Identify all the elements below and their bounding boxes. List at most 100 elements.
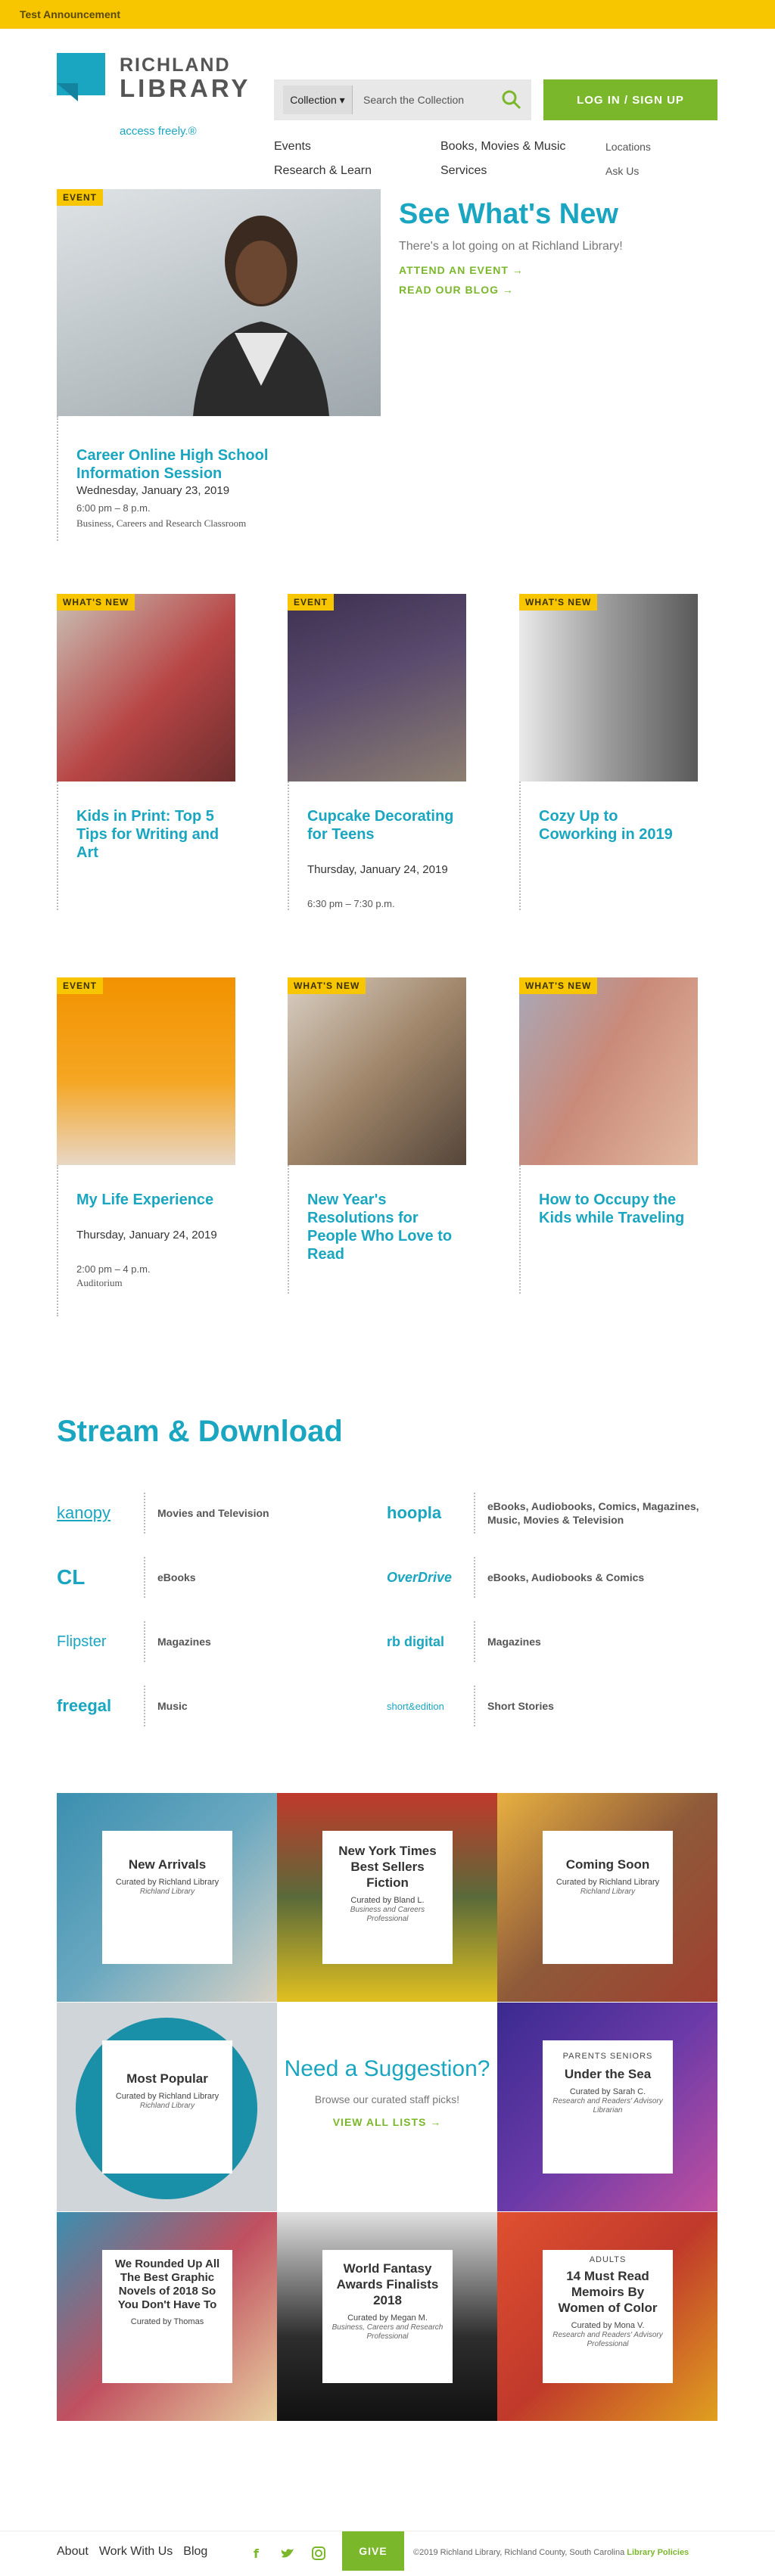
card-new-years-resolutions[interactable]: WHAT'S NEW New Year's Resolutions for Pe…: [288, 977, 466, 1295]
list-tile-most-popular[interactable]: Most Popular Curated by Richland Library…: [57, 2003, 277, 2211]
list-tile-graphic-novels[interactable]: We Rounded Up All The Best Graphic Novel…: [57, 2212, 277, 2421]
nav-events[interactable]: Events: [274, 135, 372, 159]
card-title[interactable]: New Year's Resolutions for People Who Lo…: [307, 1191, 455, 1263]
featured-event-title[interactable]: Career Online High School Information Se…: [76, 446, 326, 483]
card-my-life-experience[interactable]: EVENT My Life Experience Thursday, Janua…: [57, 977, 235, 1316]
service-desc: Magazines: [487, 1636, 541, 1648]
search-icon[interactable]: [501, 89, 522, 110]
card-cupcake-decorating[interactable]: EVENT Cupcake Decorating for Teens Thurs…: [288, 594, 466, 912]
list-title: New York Times Best Sellers Fiction: [338, 1844, 437, 1890]
list-tile-coming-soon[interactable]: Coming Soon Curated by Richland Library …: [497, 1793, 717, 2002]
svg-text:f: f: [254, 2546, 260, 2560]
service-flipster[interactable]: Flipster Magazines: [57, 1619, 382, 1664]
freegal-logo: freegal: [57, 1696, 112, 1715]
featured-event: EVENT Career Online High School Informat…: [57, 189, 718, 567]
card-title[interactable]: My Life Experience: [76, 1191, 224, 1209]
card-title[interactable]: Cozy Up to Coworking in 2019: [539, 807, 686, 844]
service-divider: [474, 1493, 475, 1533]
logo-tagline: access freely.®: [120, 125, 197, 138]
facebook-icon[interactable]: f: [250, 2546, 263, 2560]
list-title: New Arrivals: [128, 1857, 207, 1872]
site-footer: About Work With Us Blog f GIVE ©2019 Ric…: [0, 2531, 775, 2576]
list-audience: ADULTS: [589, 2255, 627, 2264]
list-title: World Fantasy Awards Finalists 2018: [336, 2261, 439, 2307]
list-curator-role: Richland Library: [139, 1888, 195, 1896]
list-tile-nyt-bestsellers[interactable]: New York Times Best Sellers Fiction Cura…: [277, 1793, 497, 2002]
flipster-logo: Flipster: [57, 1633, 107, 1650]
service-rbdigital[interactable]: rb digital Magazines: [387, 1619, 712, 1664]
featured-event-date: Wednesday, January 23, 2019: [76, 484, 230, 497]
card-divider: [288, 782, 289, 910]
list-tile-under-the-sea[interactable]: PARENTS SENIORS Under the Sea Curated by…: [497, 2003, 717, 2211]
kanopy-logo: kanopy: [57, 1503, 110, 1522]
list-curator: Curated by Sarah C.: [569, 2087, 646, 2096]
search-scope-label: Collection: [290, 94, 337, 106]
footer-work-link[interactable]: Work With Us: [99, 2545, 173, 2559]
nav-services[interactable]: Services: [440, 159, 565, 183]
footer-about-link[interactable]: About: [57, 2545, 89, 2559]
search-scope-select[interactable]: Collection ▾: [283, 85, 353, 114]
main-nav-col1: Events Research & Learn: [274, 135, 372, 183]
list-title: Coming Soon: [565, 1857, 650, 1872]
list-curator: Curated by Megan M.: [347, 2313, 428, 2323]
search-input[interactable]: Search the Collection: [353, 94, 501, 106]
nav-ask-us[interactable]: Ask Us: [605, 159, 651, 183]
card-divider: [519, 782, 521, 910]
attend-event-link[interactable]: ATTEND AN EVENT →: [399, 264, 623, 276]
nav-books-movies-music[interactable]: Books, Movies & Music: [440, 135, 565, 159]
instagram-icon[interactable]: [312, 2546, 325, 2560]
library-policies-link[interactable]: Library Policies: [627, 2548, 689, 2557]
overdrive-logo: OverDrive: [387, 1569, 453, 1585]
service-overdrive[interactable]: OverDrive eBooks, Audiobooks & Comics: [387, 1555, 712, 1600]
card-title[interactable]: Cupcake Decorating for Teens: [307, 807, 455, 844]
service-kanopy[interactable]: kanopy Movies and Television: [57, 1490, 382, 1536]
list-curator-role: Richland Library: [580, 1888, 636, 1896]
read-blog-link[interactable]: READ OUR BLOG →: [399, 284, 623, 296]
card-occupy-kids[interactable]: WHAT'S NEW How to Occupy the Kids while …: [519, 977, 698, 1295]
footer-blog-link[interactable]: Blog: [183, 2545, 207, 2559]
give-button[interactable]: GIVE: [342, 2531, 404, 2571]
service-desc: Short Stories: [487, 1700, 554, 1712]
service-desc: Movies and Television: [157, 1507, 269, 1519]
copyright: ©2019 Richland Library, Richland County,…: [413, 2548, 689, 2557]
card-time: 6:30 pm – 7:30 p.m.: [307, 898, 395, 909]
list-tile-world-fantasy[interactable]: World Fantasy Awards Finalists 2018 Cura…: [277, 2212, 497, 2421]
view-all-lists-link[interactable]: VIEW ALL LISTS →: [277, 2116, 497, 2128]
list-tile-new-arrivals[interactable]: New Arrivals Curated by Richland Library…: [57, 1793, 277, 2002]
service-freegal[interactable]: freegal Music: [57, 1683, 382, 1729]
service-divider: [144, 1686, 145, 1726]
announcement-text[interactable]: Test Announcement: [20, 8, 120, 20]
card-title[interactable]: Kids in Print: Top 5 Tips for Writing an…: [76, 807, 224, 862]
service-divider: [474, 1621, 475, 1662]
cloudlibrary-logo: CL: [57, 1565, 86, 1589]
featured-event-tag: EVENT: [57, 189, 104, 206]
service-cloud-library[interactable]: CL eBooks: [57, 1555, 382, 1600]
card-date: Thursday, January 24, 2019: [76, 1229, 217, 1241]
service-short-edition[interactable]: short&edition Short Stories: [387, 1683, 712, 1729]
curated-lists-grid: New Arrivals Curated by Richland Library…: [57, 1793, 718, 2421]
whats-new-panel: See What's New There's a lot going on at…: [399, 198, 623, 296]
featured-event-image[interactable]: [57, 189, 381, 416]
stream-heading: Stream & Download: [57, 1415, 343, 1448]
announcement-bar[interactable]: Test Announcement: [0, 0, 775, 29]
list-curator: Curated by Richland Library: [556, 1878, 660, 1887]
search-bar: Collection ▾ Search the Collection: [274, 79, 531, 120]
nav-locations[interactable]: Locations: [605, 135, 651, 159]
list-card: New York Times Best Sellers Fiction Cura…: [322, 1831, 453, 1964]
service-divider: [474, 1557, 475, 1598]
person-illustration: [193, 216, 329, 416]
twitter-icon[interactable]: [280, 2546, 295, 2560]
list-tile-memoirs[interactable]: ADULTS 14 Must Read Memoirs By Women of …: [497, 2212, 717, 2421]
service-hoopla[interactable]: hoopla eBooks, Audiobooks, Comics, Magaz…: [387, 1490, 712, 1536]
nav-research-learn[interactable]: Research & Learn: [274, 159, 372, 183]
list-curator-role: Business, Careers and Research Professio…: [331, 2323, 444, 2341]
login-button[interactable]: LOG IN / SIGN UP: [543, 79, 717, 120]
card-title[interactable]: How to Occupy the Kids while Traveling: [539, 1191, 686, 1227]
hoopla-logo: hoopla: [387, 1503, 442, 1522]
service-desc: Music: [157, 1700, 188, 1712]
card-kids-in-print[interactable]: WHAT'S NEW Kids in Print: Top 5 Tips for…: [57, 594, 235, 912]
card-image: [519, 594, 698, 782]
card-image: [288, 977, 466, 1165]
library-logo[interactable]: RICHLAND LIBRARY access freely.®: [57, 51, 254, 142]
card-coworking[interactable]: WHAT'S NEW Cozy Up to Coworking in 2019: [519, 594, 698, 912]
